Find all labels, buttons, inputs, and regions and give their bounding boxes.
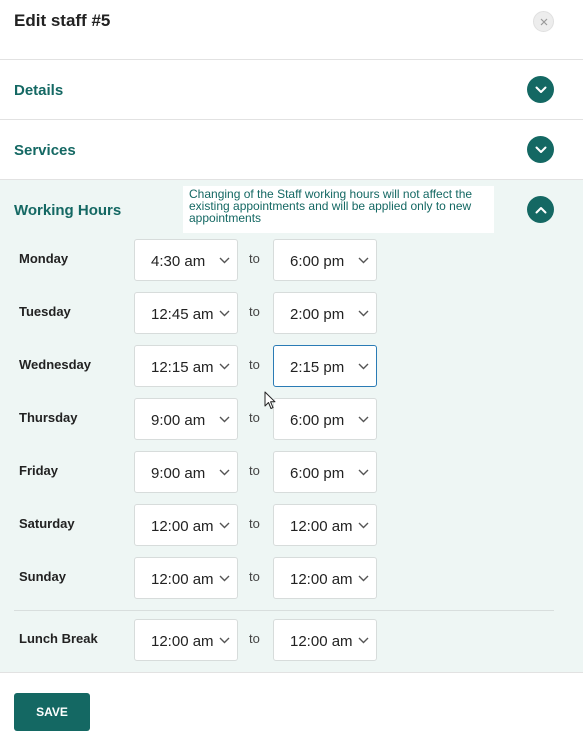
chevron-down-icon	[358, 469, 369, 476]
close-button[interactable]	[533, 11, 554, 32]
start-time-value: 4:30 am	[151, 253, 206, 270]
chevron-down-icon	[219, 416, 230, 423]
saturday-start-select[interactable]: 12:00 am	[134, 504, 238, 546]
services-section[interactable]: Services	[0, 120, 583, 180]
details-title[interactable]: Details	[14, 82, 63, 99]
day-row-thursday: Thursday 9:00 am to 6:00 pm	[0, 398, 583, 440]
day-label: Friday	[19, 463, 59, 478]
end-time-value: 2:15 pm	[290, 359, 345, 376]
lunch-break-end-select[interactable]: 12:00 am	[273, 619, 377, 661]
day-row-friday: Friday 9:00 am to 6:00 pm	[0, 451, 583, 493]
chevron-down-icon	[535, 146, 546, 153]
chevron-down-icon	[219, 363, 230, 370]
end-time-value: 6:00 pm	[290, 465, 345, 482]
chevron-down-icon	[219, 637, 230, 644]
thursday-start-select[interactable]: 9:00 am	[134, 398, 238, 440]
wednesday-start-select[interactable]: 12:15 am	[134, 345, 238, 387]
day-row-wednesday: Wednesday 12:15 am to 2:15 pm	[0, 345, 583, 387]
chevron-down-icon	[358, 310, 369, 317]
end-time-value: 12:00 am	[290, 633, 353, 650]
modal-header: Edit staff #5	[0, 0, 583, 60]
chevron-down-icon	[219, 522, 230, 529]
lunch-break-row: Lunch Break 12:00 am to 12:00 am	[0, 619, 583, 661]
lunch-break-label: Lunch Break	[19, 631, 98, 646]
end-time-value: 6:00 pm	[290, 412, 345, 429]
to-label: to	[249, 463, 260, 478]
working-hours-title[interactable]: Working Hours	[14, 202, 121, 219]
end-time-value: 6:00 pm	[290, 253, 345, 270]
chevron-down-icon	[219, 310, 230, 317]
details-section[interactable]: Details	[0, 60, 583, 120]
day-label: Sunday	[19, 569, 66, 584]
end-time-value: 2:00 pm	[290, 306, 345, 323]
thursday-end-select[interactable]: 6:00 pm	[273, 398, 377, 440]
divider	[14, 610, 554, 611]
services-title[interactable]: Services	[14, 142, 76, 159]
chevron-down-icon	[535, 86, 546, 93]
day-label: Tuesday	[19, 304, 71, 319]
start-time-value: 9:00 am	[151, 412, 206, 429]
close-icon	[540, 18, 547, 25]
save-button[interactable]: SAVE	[14, 693, 90, 731]
chevron-down-icon	[219, 257, 230, 264]
to-label: to	[249, 569, 260, 584]
day-row-tuesday: Tuesday 12:45 am to 2:00 pm	[0, 292, 583, 334]
chevron-down-icon	[358, 257, 369, 264]
day-row-saturday: Saturday 12:00 am to 12:00 am	[0, 504, 583, 546]
tuesday-start-select[interactable]: 12:45 am	[134, 292, 238, 334]
chevron-down-icon	[358, 416, 369, 423]
friday-start-select[interactable]: 9:00 am	[134, 451, 238, 493]
to-label: to	[249, 357, 260, 372]
start-time-value: 12:45 am	[151, 306, 214, 323]
mouse-pointer-icon	[264, 391, 276, 409]
wednesday-end-select[interactable]: 2:15 pm	[273, 345, 377, 387]
saturday-end-select[interactable]: 12:00 am	[273, 504, 377, 546]
to-label: to	[249, 516, 260, 531]
services-expand-button[interactable]	[527, 136, 554, 163]
day-row-monday: Monday 4:30 am to 6:00 pm	[0, 239, 583, 281]
end-time-value: 12:00 am	[290, 571, 353, 588]
to-label: to	[249, 410, 260, 425]
day-label: Wednesday	[19, 357, 92, 372]
chevron-down-icon	[219, 575, 230, 582]
working-hours-notice: Changing of the Staff working hours will…	[183, 186, 494, 233]
chevron-down-icon	[219, 469, 230, 476]
start-time-value: 12:00 am	[151, 571, 214, 588]
to-label: to	[249, 304, 260, 319]
monday-end-select[interactable]: 6:00 pm	[273, 239, 377, 281]
end-time-value: 12:00 am	[290, 518, 353, 535]
chevron-down-icon	[358, 575, 369, 582]
chevron-up-icon	[535, 206, 546, 213]
chevron-down-icon	[358, 637, 369, 644]
to-label: to	[249, 631, 260, 646]
monday-start-select[interactable]: 4:30 am	[134, 239, 238, 281]
chevron-down-icon	[358, 363, 369, 370]
start-time-value: 12:15 am	[151, 359, 214, 376]
tuesday-end-select[interactable]: 2:00 pm	[273, 292, 377, 334]
page-title: Edit staff #5	[14, 11, 111, 30]
lunch-break-start-select[interactable]: 12:00 am	[134, 619, 238, 661]
modal-footer: SAVE	[0, 673, 583, 732]
day-label: Thursday	[19, 410, 78, 425]
details-expand-button[interactable]	[527, 76, 554, 103]
friday-end-select[interactable]: 6:00 pm	[273, 451, 377, 493]
working-hours-section: Working Hours Changing of the Staff work…	[0, 180, 583, 673]
sunday-start-select[interactable]: 12:00 am	[134, 557, 238, 599]
start-time-value: 9:00 am	[151, 465, 206, 482]
start-time-value: 12:00 am	[151, 518, 214, 535]
day-row-sunday: Sunday 12:00 am to 12:00 am	[0, 557, 583, 599]
sunday-end-select[interactable]: 12:00 am	[273, 557, 377, 599]
chevron-down-icon	[358, 522, 369, 529]
day-label: Saturday	[19, 516, 75, 531]
working-hours-collapse-button[interactable]	[527, 196, 554, 223]
to-label: to	[249, 251, 260, 266]
start-time-value: 12:00 am	[151, 633, 214, 650]
day-label: Monday	[19, 251, 69, 266]
